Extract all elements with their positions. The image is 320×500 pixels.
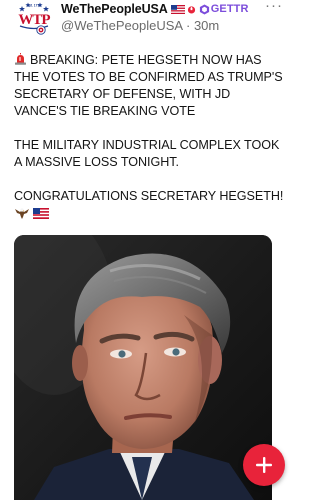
us-flag-icon bbox=[33, 207, 49, 219]
display-name[interactable]: WeThePeopleUSA bbox=[61, 2, 168, 16]
create-post-button[interactable] bbox=[243, 444, 285, 486]
svg-text:WTP: WTP bbox=[18, 12, 50, 28]
man-portrait-photo bbox=[14, 235, 272, 500]
svg-text:Est. 1776: Est. 1776 bbox=[27, 4, 41, 8]
time-separator: · bbox=[185, 18, 194, 33]
post-card: Est. 1776 WTP WeThePeopleUSA GETTR @WeTh… bbox=[0, 0, 295, 500]
post-paragraph: BREAKING: PETE HEGSETH NOW HAS THE VOTES… bbox=[14, 52, 286, 120]
platform-badge-label: GETTR bbox=[210, 3, 249, 15]
more-options-button[interactable]: ··· bbox=[265, 0, 283, 13]
gettr-badge-icon bbox=[199, 3, 209, 15]
fire-badge-icon bbox=[187, 5, 195, 14]
handle-row: @WeThePeopleUSA · 30m bbox=[61, 18, 271, 33]
us-flag-icon bbox=[170, 4, 185, 14]
post-paragraph: THE MILITARY INDUSTRIAL COMPLEX TOOK A M… bbox=[14, 138, 280, 169]
wtp-logo-icon: Est. 1776 WTP bbox=[18, 2, 51, 35]
handle[interactable]: @WeThePeopleUSA bbox=[61, 18, 182, 33]
siren-icon bbox=[15, 53, 26, 65]
post-paragraph: CONGRATULATIONS SECRETARY HEGSETH! bbox=[14, 189, 284, 203]
plus-icon bbox=[256, 457, 272, 473]
post-header: Est. 1776 WTP WeThePeopleUSA GETTR @WeTh… bbox=[0, 0, 295, 40]
avatar[interactable]: Est. 1776 WTP bbox=[14, 0, 54, 36]
post-body: BREAKING: PETE HEGSETH NOW HAS THE VOTES… bbox=[14, 52, 286, 221]
emoji-row bbox=[14, 205, 286, 221]
user-block: WeThePeopleUSA GETTR @WeThePeopleUSA · 3… bbox=[61, 1, 271, 33]
breaking-text: BREAKING: PETE HEGSETH NOW HAS THE VOTES… bbox=[14, 53, 283, 118]
name-row: WeThePeopleUSA GETTR bbox=[61, 1, 271, 17]
post-image[interactable] bbox=[14, 235, 272, 500]
eagle-icon bbox=[15, 208, 29, 219]
timestamp: 30m bbox=[193, 18, 220, 33]
